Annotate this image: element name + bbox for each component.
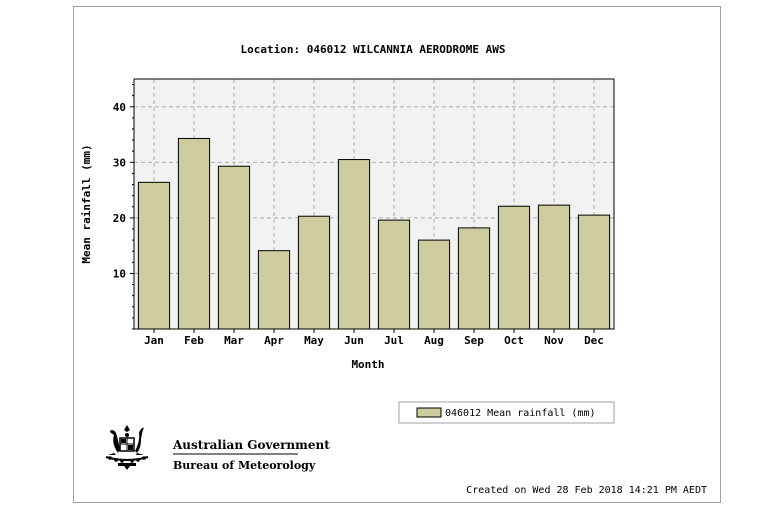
bar-aug <box>417 239 451 330</box>
x-axis-label: Month <box>351 358 384 371</box>
bar-feb <box>177 137 211 330</box>
x-tick-label: Oct <box>504 334 524 347</box>
x-tick-label: May <box>304 334 324 347</box>
legend-label: 046012 Mean rainfall (mm) <box>445 408 596 419</box>
x-tick-label: Dec <box>584 334 604 347</box>
bar-nov <box>537 204 571 330</box>
y-tick-label: 30 <box>113 156 126 169</box>
bar-apr <box>257 250 291 330</box>
legend: 046012 Mean rainfall (mm) <box>398 401 615 424</box>
y-axis-label: Mean rainfall (mm) <box>80 144 93 263</box>
x-tick-label: Jul <box>384 334 404 347</box>
y-tick-label: 20 <box>113 212 126 225</box>
chart-title: Location: 046012 WILCANNIA AERODROME AWS <box>241 43 506 56</box>
legend-swatch <box>416 407 442 418</box>
bar-jul <box>377 219 411 330</box>
logo-line-2: Bureau of Meteorology <box>173 459 316 472</box>
x-tick-label: Sep <box>464 334 484 347</box>
australian-government-logo: Australian Government Bureau of Meteorol… <box>105 425 330 472</box>
bar-jan <box>137 181 171 330</box>
x-tick-label: Nov <box>544 334 564 347</box>
bar-mar <box>217 165 251 330</box>
x-tick-label: Mar <box>224 334 244 347</box>
bar-sep <box>457 227 491 330</box>
created-timestamp: Created on Wed 28 Feb 2018 14:21 PM AEDT <box>466 485 707 496</box>
bar-may <box>297 215 331 330</box>
x-tick-label: Apr <box>264 334 284 347</box>
chart-frame: Location: 046012 WILCANNIA AERODROME AWS… <box>73 6 721 503</box>
bar-jun <box>337 159 371 330</box>
y-tick-label: 40 <box>113 101 126 114</box>
x-tick-label: Feb <box>184 334 204 347</box>
y-tick-label: 10 <box>113 267 126 280</box>
bar-dec <box>577 214 611 330</box>
x-tick-label: Jun <box>344 334 364 347</box>
bar-oct <box>497 205 531 330</box>
logo-line-1: Australian Government <box>172 438 330 452</box>
x-tick-label: Jan <box>144 334 164 347</box>
chart-svg: Location: 046012 WILCANNIA AERODROME AWS… <box>80 43 707 496</box>
coat-of-arms-icon <box>105 425 149 470</box>
x-tick-label: Aug <box>424 334 444 347</box>
